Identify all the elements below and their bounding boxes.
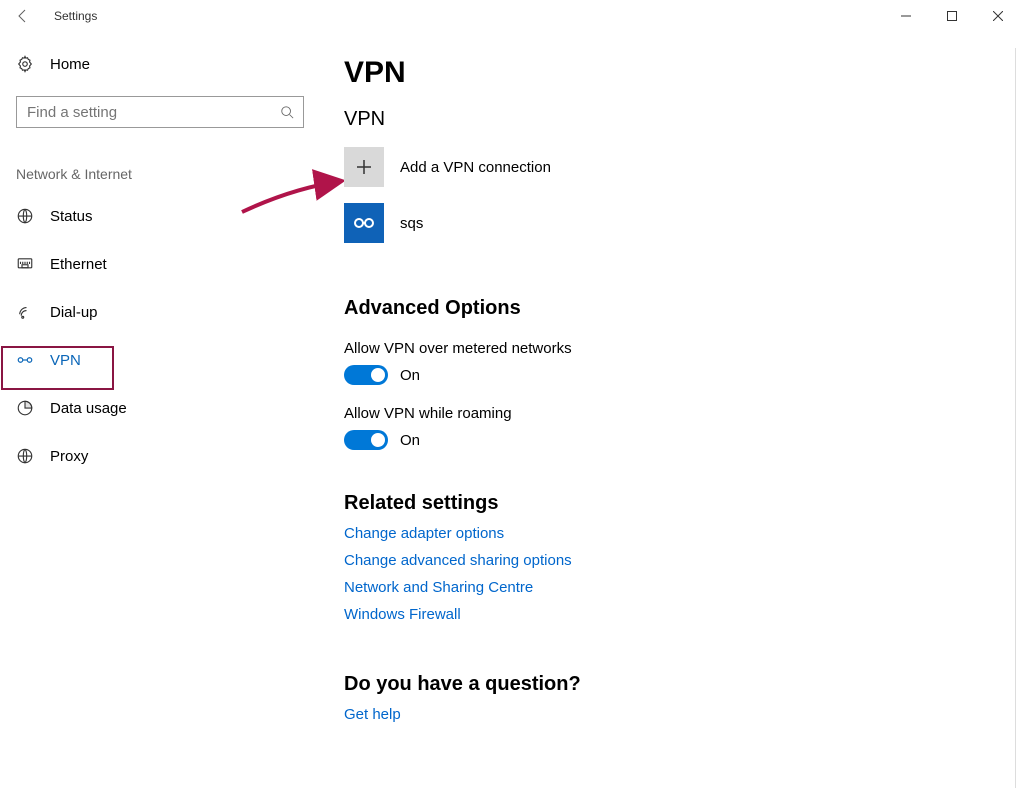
allow-vpn-roaming-toggle[interactable] xyxy=(344,430,388,450)
sidebar-item-label: Status xyxy=(50,208,93,225)
back-button[interactable] xyxy=(0,0,48,32)
search-icon xyxy=(271,96,303,128)
sidebar-item-ethernet[interactable]: Ethernet xyxy=(16,240,320,288)
toggle-state-label: On xyxy=(400,367,420,384)
sidebar-item-label: Ethernet xyxy=(50,256,107,273)
sidebar-item-status[interactable]: Status xyxy=(16,192,320,240)
maximize-button[interactable] xyxy=(929,0,975,32)
vpn-section-title: VPN xyxy=(344,108,1007,131)
sidebar-item-dialup[interactable]: Dial-up xyxy=(16,288,320,336)
status-icon xyxy=(16,206,50,226)
link-network-sharing-centre[interactable]: Network and Sharing Centre xyxy=(344,579,533,596)
sidebar-group-label: Network & Internet xyxy=(16,166,320,182)
advanced-options-title: Advanced Options xyxy=(344,297,1007,320)
link-advanced-sharing[interactable]: Change advanced sharing options xyxy=(344,552,572,569)
window-title: Settings xyxy=(48,9,97,23)
sidebar-item-label: Data usage xyxy=(50,400,127,417)
related-settings-title: Related settings xyxy=(344,492,1007,515)
titlebar: Settings xyxy=(0,0,1021,32)
question-title: Do you have a question? xyxy=(344,673,1007,696)
home-nav[interactable]: Home xyxy=(16,40,320,88)
vpn-connection-name: sqs xyxy=(400,215,423,232)
link-windows-firewall[interactable]: Windows Firewall xyxy=(344,606,461,623)
vpn-tile-icon xyxy=(344,203,384,243)
toggle-state-label: On xyxy=(400,432,420,449)
search-input[interactable] xyxy=(17,104,271,121)
data-usage-icon xyxy=(16,398,50,418)
sidebar-item-label: VPN xyxy=(50,352,81,369)
allow-vpn-metered-label: Allow VPN over metered networks xyxy=(344,340,1007,357)
ethernet-icon xyxy=(16,254,50,274)
sidebar-item-proxy[interactable]: Proxy xyxy=(16,432,320,480)
vpn-icon xyxy=(16,350,50,370)
sidebar-item-label: Proxy xyxy=(50,448,88,465)
scrollbar-track[interactable] xyxy=(1015,48,1016,788)
sidebar-item-vpn[interactable]: VPN xyxy=(16,336,320,384)
plus-icon xyxy=(344,147,384,187)
gear-icon xyxy=(16,54,50,74)
link-get-help[interactable]: Get help xyxy=(344,706,401,723)
sidebar: Home Network & Internet Status xyxy=(0,40,320,480)
link-change-adapter[interactable]: Change adapter options xyxy=(344,525,504,542)
home-label: Home xyxy=(50,56,90,73)
search-box[interactable] xyxy=(16,96,304,128)
proxy-icon xyxy=(16,446,50,466)
add-vpn-connection[interactable]: Add a VPN connection xyxy=(344,147,1007,187)
add-vpn-label: Add a VPN connection xyxy=(400,159,551,176)
dialup-icon xyxy=(16,302,50,322)
minimize-button[interactable] xyxy=(883,0,929,32)
page-title: VPN xyxy=(344,56,1007,90)
close-button[interactable] xyxy=(975,0,1021,32)
allow-vpn-metered-toggle[interactable] xyxy=(344,365,388,385)
main-content: VPN VPN Add a VPN connection sqs Advance… xyxy=(344,40,1021,796)
vpn-connection-item[interactable]: sqs xyxy=(344,203,1007,243)
sidebar-item-label: Dial-up xyxy=(50,304,98,321)
allow-vpn-roaming-label: Allow VPN while roaming xyxy=(344,405,1007,422)
sidebar-item-datausage[interactable]: Data usage xyxy=(16,384,320,432)
